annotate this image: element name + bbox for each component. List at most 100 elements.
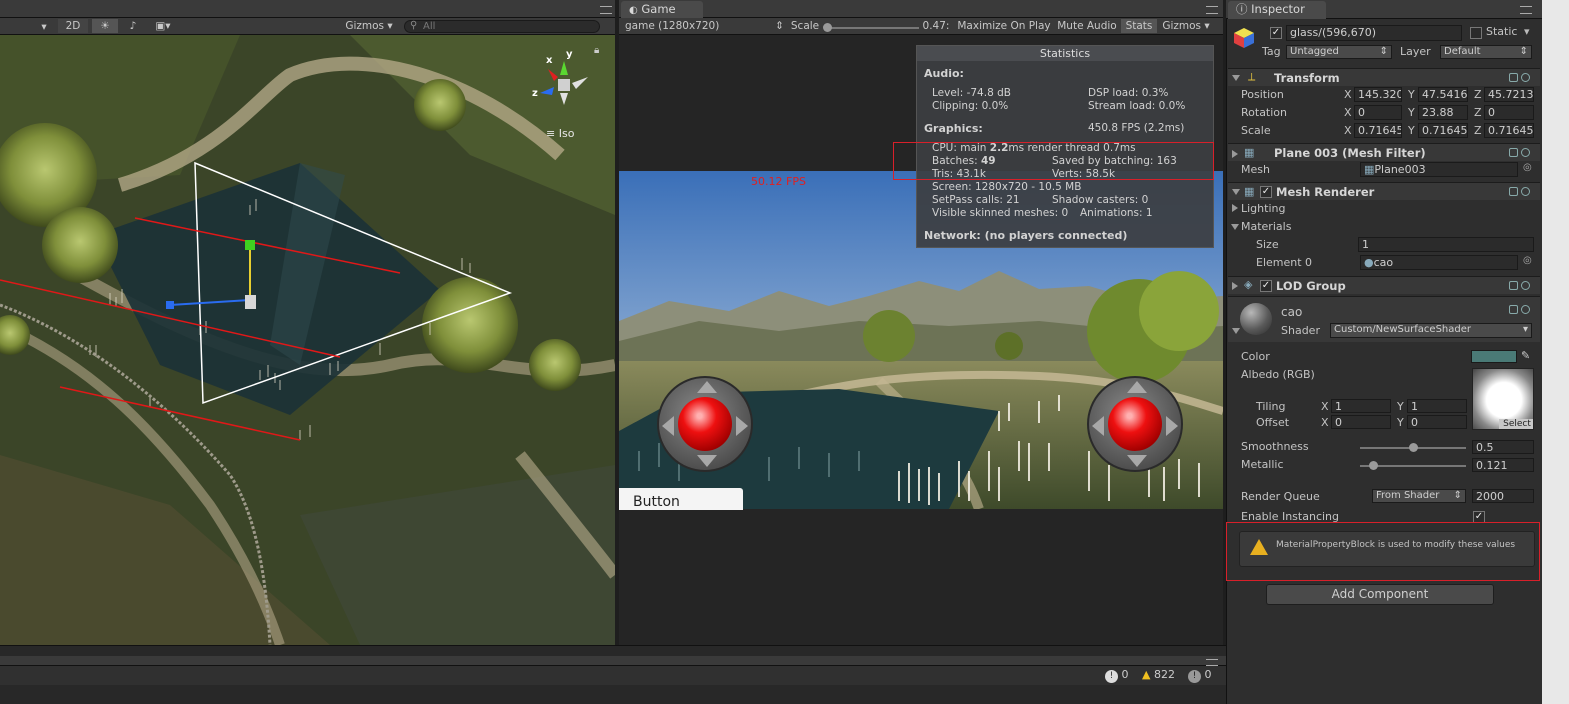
- scale-slider[interactable]: [827, 27, 919, 29]
- lod-group-header[interactable]: ◈ ✓ LOD Group: [1228, 276, 1540, 294]
- rotation-x-input[interactable]: 0: [1354, 105, 1402, 120]
- render-queue-mode-dropdown[interactable]: From Shader ⇕: [1372, 489, 1466, 503]
- metallic-input[interactable]: 0.121: [1472, 458, 1534, 472]
- image-effects-icon[interactable]: ▣▾: [148, 19, 178, 33]
- console-warning-count[interactable]: ▲ 822: [1142, 668, 1175, 681]
- left-joystick[interactable]: [657, 376, 753, 472]
- smoothness-input[interactable]: 0.5: [1472, 440, 1534, 454]
- albedo-texture-slot[interactable]: Select: [1472, 368, 1534, 430]
- gameobject-cube-icon: [1232, 26, 1256, 50]
- scale-slider-knob[interactable]: [823, 23, 832, 32]
- position-z-input[interactable]: 45.7213: [1484, 87, 1534, 102]
- offset-x-input[interactable]: 0: [1331, 415, 1391, 429]
- materials-size-label: Size: [1256, 238, 1279, 251]
- layer-dropdown[interactable]: Default ⇕: [1440, 45, 1532, 59]
- orientation-gizmo[interactable]: y x z: [528, 49, 592, 113]
- materials-expand-icon[interactable]: [1231, 224, 1239, 230]
- collapse-arrow-icon[interactable]: [1232, 282, 1238, 290]
- tiling-x-input[interactable]: 1: [1331, 399, 1391, 413]
- component-settings-icon[interactable]: [1506, 186, 1536, 198]
- resolution-dropdown[interactable]: game (1280x720) ⇕: [625, 19, 787, 33]
- tag-dropdown[interactable]: Untagged ⇕: [1286, 45, 1392, 59]
- rotation-y-input[interactable]: 23.88: [1418, 105, 1468, 120]
- color-swatch[interactable]: [1471, 350, 1517, 363]
- position-y-input[interactable]: 47.5416: [1418, 87, 1468, 102]
- smoothness-label: Smoothness: [1241, 440, 1309, 453]
- scale-label: Scale: [790, 20, 820, 32]
- mesh-renderer-enabled-checkbox[interactable]: ✓: [1260, 186, 1272, 198]
- scale-x-input[interactable]: 0.71645: [1354, 123, 1402, 138]
- rotation-z-input[interactable]: 0: [1484, 105, 1534, 120]
- material-expand-icon[interactable]: [1232, 328, 1240, 334]
- audio-icon[interactable]: ♪: [120, 19, 146, 33]
- expand-arrow-icon[interactable]: [1232, 75, 1240, 81]
- lod-group-enabled-checkbox[interactable]: ✓: [1260, 280, 1272, 292]
- shader-dropdown[interactable]: Custom/NewSurfaceShader ▾: [1330, 323, 1532, 338]
- collapse-arrow-icon[interactable]: [1232, 150, 1238, 158]
- arrow-left-icon: [1092, 416, 1104, 436]
- console-error-count[interactable]: ! 0: [1105, 668, 1129, 683]
- static-checkbox[interactable]: [1470, 27, 1482, 39]
- panel-menu-icon[interactable]: [600, 6, 612, 14]
- right-joystick[interactable]: [1087, 376, 1183, 472]
- transform-header[interactable]: ⟂ Transform: [1228, 68, 1540, 86]
- lock-icon[interactable]: 🔒︎: [594, 45, 599, 56]
- joystick-knob[interactable]: [678, 397, 732, 451]
- expand-arrow-icon[interactable]: [1232, 189, 1240, 195]
- scale-z-input[interactable]: 0.71645: [1484, 123, 1534, 138]
- mesh-field[interactable]: ▦Plane003: [1360, 162, 1518, 177]
- offset-y-label: Y: [1397, 416, 1404, 429]
- iso-toggle[interactable]: ≡ Iso: [546, 127, 574, 140]
- game-gizmos-dropdown[interactable]: Gizmos ▾: [1159, 19, 1213, 33]
- tab-inspector[interactable]: ⓘ Inspector: [1228, 1, 1326, 19]
- smoothness-slider-knob[interactable]: [1409, 443, 1418, 452]
- metallic-slider-knob[interactable]: [1368, 461, 1378, 470]
- material-settings-icon[interactable]: [1506, 304, 1536, 316]
- mesh-renderer-icon: ▦: [1244, 185, 1255, 198]
- dropdown-arrow-icon[interactable]: ▾: [36, 20, 52, 34]
- maximize-on-play-button[interactable]: Maximize On Play: [955, 19, 1053, 33]
- object-name-input[interactable]: glass/(596,670): [1286, 25, 1462, 41]
- tiling-y-input[interactable]: 1: [1407, 399, 1467, 413]
- materials-size-input[interactable]: 1: [1358, 237, 1534, 252]
- console-message-count[interactable]: ! 0: [1188, 668, 1212, 683]
- static-dropdown-arrow-icon[interactable]: ▾: [1524, 25, 1530, 38]
- lighting-collapse-icon[interactable]: [1232, 204, 1238, 212]
- add-component-button[interactable]: Add Component: [1266, 584, 1494, 605]
- audio-heading: Audio:: [924, 67, 964, 80]
- tab-game[interactable]: ◐ Game: [621, 1, 703, 18]
- lighting-foldout[interactable]: Lighting: [1241, 202, 1285, 215]
- mute-audio-button[interactable]: Mute Audio: [1055, 19, 1119, 33]
- render-queue-input[interactable]: 2000: [1472, 489, 1534, 503]
- lighting-icon[interactable]: ☀: [92, 19, 118, 33]
- scene-viewport[interactable]: y x z ≡ Iso 🔒︎: [0, 35, 615, 645]
- materials-foldout[interactable]: Materials: [1241, 220, 1291, 233]
- ui-button[interactable]: Button: [619, 488, 743, 510]
- stats-button[interactable]: Stats: [1121, 19, 1157, 33]
- position-x-input[interactable]: 145.320: [1354, 87, 1402, 102]
- mesh-filter-header[interactable]: ▦ Plane 003 (Mesh Filter): [1228, 143, 1540, 161]
- component-settings-icon[interactable]: [1506, 147, 1536, 159]
- joystick-knob[interactable]: [1108, 397, 1162, 451]
- offset-y-input[interactable]: 0: [1407, 415, 1467, 429]
- component-settings-icon[interactable]: [1506, 72, 1536, 84]
- search-input[interactable]: ⚲ All: [404, 20, 600, 33]
- console-menu-icon[interactable]: [1206, 659, 1218, 666]
- object-picker-icon[interactable]: ◎: [1523, 162, 1532, 173]
- scene-toolbar-top: [0, 0, 615, 18]
- offset-label: Offset: [1256, 416, 1290, 429]
- inspector-menu-icon[interactable]: [1520, 6, 1532, 14]
- object-picker-icon[interactable]: ◎: [1523, 255, 1532, 266]
- mesh-renderer-header[interactable]: ▦ ✓ Mesh Renderer: [1228, 182, 1540, 200]
- game-panel-menu-icon[interactable]: [1206, 6, 1218, 14]
- mode-2d-button[interactable]: 2D: [58, 19, 88, 33]
- gizmos-dropdown[interactable]: Gizmos ▾: [342, 19, 396, 33]
- component-settings-icon[interactable]: [1506, 280, 1536, 292]
- eyedropper-icon[interactable]: ✎: [1521, 349, 1530, 362]
- stat-level: Level: -74.8 dB: [932, 87, 1011, 99]
- texture-select-button[interactable]: Select: [1499, 419, 1533, 429]
- scale-y-input[interactable]: 0.71645: [1418, 123, 1468, 138]
- arrow-right-icon: [736, 416, 748, 436]
- active-checkbox[interactable]: ✓: [1270, 27, 1282, 39]
- element-0-field[interactable]: ●cao: [1360, 255, 1518, 270]
